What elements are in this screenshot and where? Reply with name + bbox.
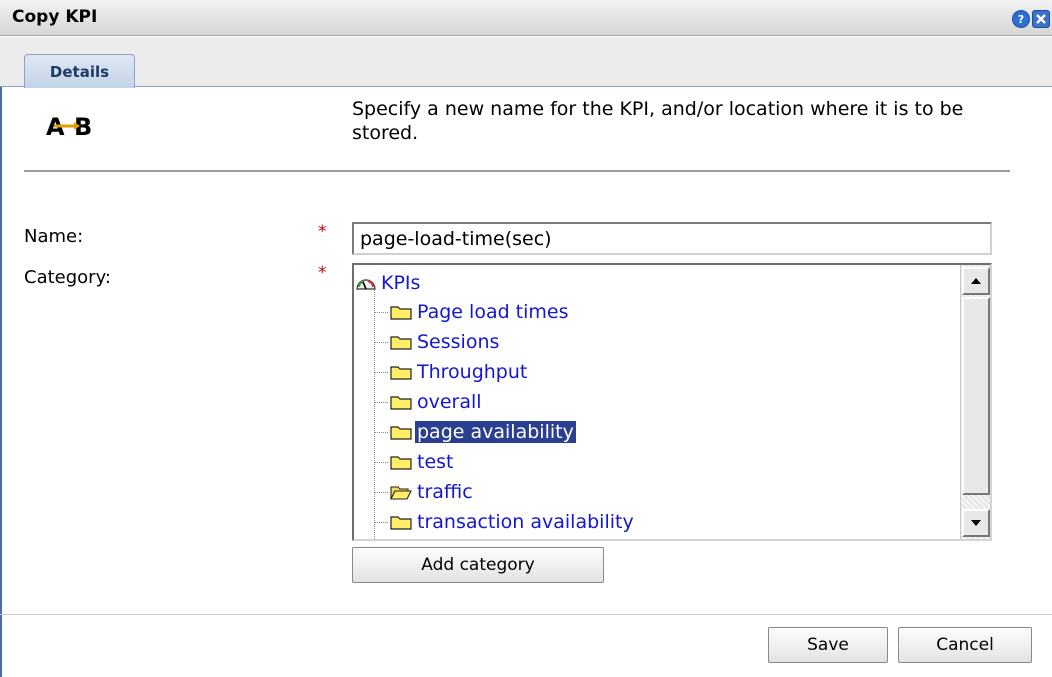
svg-text:?: ?	[1018, 13, 1024, 25]
cancel-button[interactable]: Cancel	[898, 627, 1032, 663]
tree-node-label: traffic	[417, 481, 473, 503]
name-label: Name:	[24, 226, 84, 247]
close-icon[interactable]	[1032, 10, 1050, 28]
divider	[24, 170, 1010, 172]
save-button[interactable]: Save	[768, 627, 888, 663]
folder-icon	[390, 366, 412, 380]
folder-icon	[390, 396, 412, 410]
tab-details[interactable]: Details	[24, 54, 135, 88]
tree-node-label: transaction availability	[417, 511, 634, 533]
title-bar: Copy KPI ?	[0, 0, 1052, 36]
tree-item-page-load-times[interactable]: Page load times	[390, 298, 571, 326]
scrollbar-thumb[interactable]	[962, 297, 990, 495]
tree-item-page-availability[interactable]: page availability	[390, 418, 576, 446]
scroll-up-arrow-icon[interactable]	[962, 267, 990, 295]
folder-icon	[390, 426, 412, 440]
category-tree[interactable]: KPIs Page load times Sessions Throughput…	[352, 263, 992, 541]
folder-icon	[390, 336, 412, 350]
tree-node-label: page availability	[415, 421, 576, 443]
tree-item-sessions[interactable]: Sessions	[390, 328, 501, 356]
window-frame	[0, 37, 2, 677]
tree-item-throughput[interactable]: Throughput	[390, 358, 529, 386]
tree-node-label: KPIs	[381, 272, 421, 294]
folder-open-icon	[390, 486, 412, 500]
window-title: Copy KPI	[12, 7, 98, 27]
add-category-button[interactable]: Add category	[352, 547, 604, 583]
folder-icon	[390, 306, 412, 320]
folder-icon	[390, 456, 412, 470]
tree-item-traffic[interactable]: traffic	[390, 478, 475, 506]
tree-item-test[interactable]: test	[390, 448, 456, 476]
tree-item-transaction-availability[interactable]: transaction availability	[390, 508, 636, 536]
tree-node-label: Throughput	[417, 361, 528, 383]
tree-node-label: overall	[417, 391, 482, 413]
help-icon[interactable]: ?	[1012, 10, 1030, 28]
footer-divider	[0, 614, 1052, 615]
tree-node-label: test	[417, 451, 454, 473]
intro-text: Specify a new name for the KPI, and/or l…	[352, 98, 964, 144]
tree-node-label: Sessions	[417, 331, 500, 353]
name-required-marker: *	[318, 222, 327, 242]
folder-icon	[390, 516, 412, 530]
tree-connector	[374, 285, 375, 539]
tree-node-label: Page load times	[417, 301, 569, 323]
tree-item-transactions[interactable]: transactions	[390, 536, 536, 541]
tree-root-kpis[interactable]: KPIs	[356, 269, 422, 297]
tree-scrollbar[interactable]	[960, 265, 990, 539]
scroll-down-arrow-icon[interactable]	[962, 509, 990, 537]
tree-node-label: transactions	[415, 539, 536, 541]
category-label: Category:	[24, 267, 111, 288]
gauge-icon	[356, 279, 376, 290]
name-input[interactable]	[352, 222, 992, 255]
copy-logo-icon: A B	[44, 111, 114, 141]
category-required-marker: *	[318, 263, 327, 283]
tree-item-overall[interactable]: overall	[390, 388, 484, 416]
tab-strip: Details	[0, 37, 1052, 88]
